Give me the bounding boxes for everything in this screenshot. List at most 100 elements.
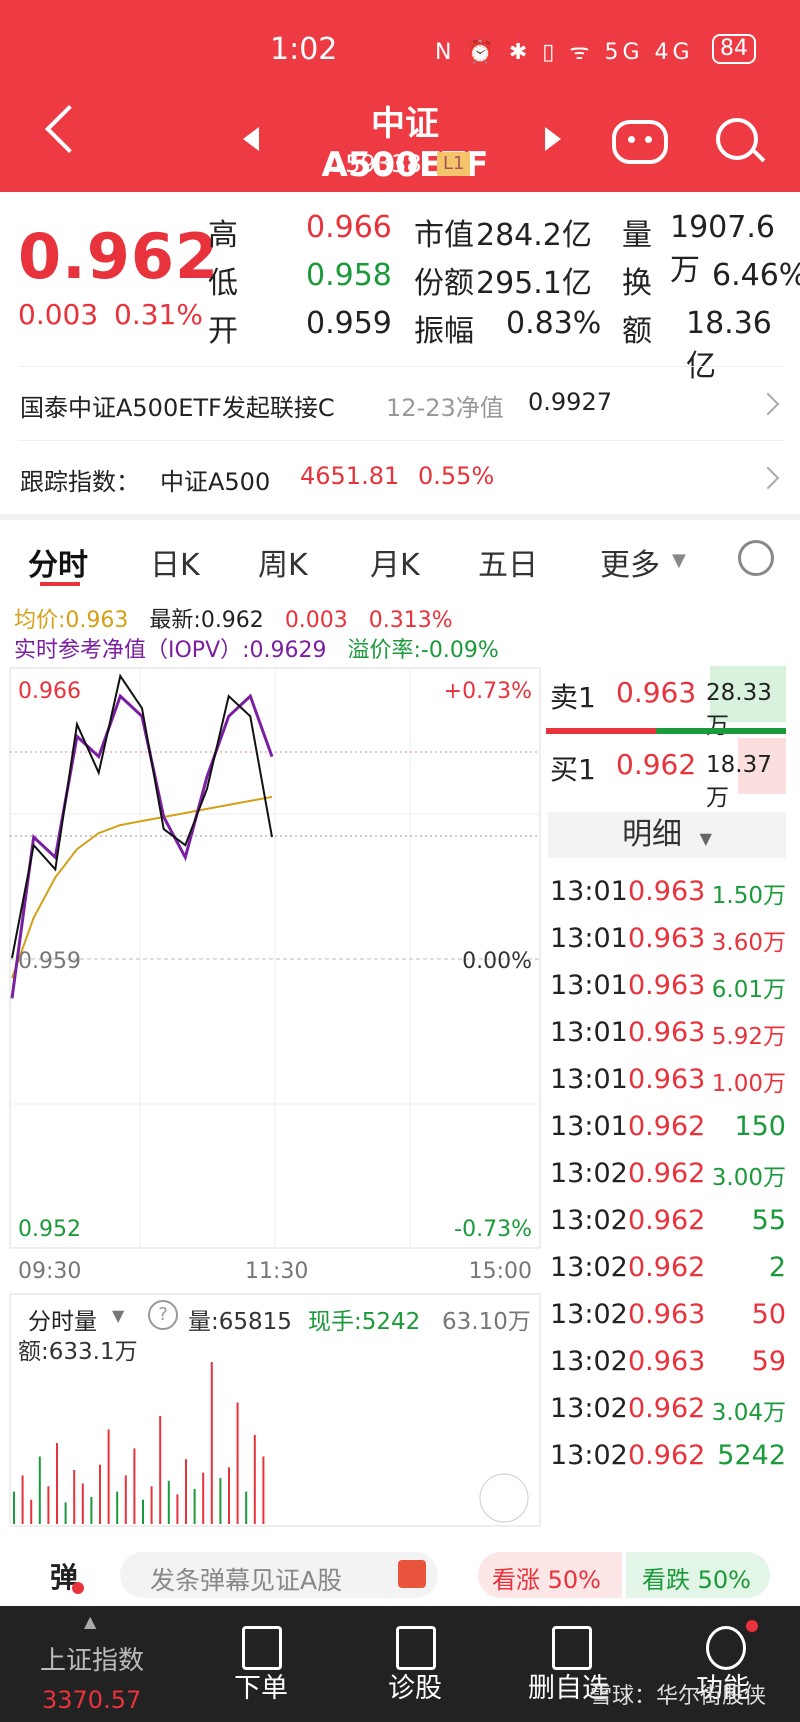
pct-mid-label: 0.00% bbox=[462, 949, 532, 974]
search-icon[interactable] bbox=[716, 118, 758, 160]
tick-time: 13:02 bbox=[550, 1299, 628, 1330]
tick-time: 13:02 bbox=[550, 1205, 628, 1236]
tick-volume: 50 bbox=[751, 1299, 786, 1330]
notification-dot bbox=[746, 1620, 758, 1632]
quote-panel: 0.962 0.003 0.31% 高 0.966 低 0.958 开 0.95… bbox=[0, 192, 800, 514]
bearish-label: 看跌 50% bbox=[642, 1566, 751, 1594]
battery-icon: 84 bbox=[712, 34, 756, 64]
amt-label: 额 bbox=[622, 314, 652, 349]
next-stock-icon[interactable] bbox=[545, 127, 561, 151]
barrage-input[interactable]: 发条弹幕见证A股 bbox=[120, 1552, 438, 1598]
bid-volume: 18.37万 bbox=[706, 752, 772, 811]
tick-time: 13:01 bbox=[550, 970, 628, 1001]
tick-time: 13:01 bbox=[550, 876, 628, 907]
bid-share bbox=[546, 728, 656, 734]
current-hand: 现手:5242 bbox=[308, 1309, 421, 1335]
caret-up-icon: ▲ bbox=[84, 1612, 97, 1631]
amount-value: 额:633.1万 bbox=[18, 1339, 138, 1365]
tick-volume: 2 bbox=[768, 1252, 786, 1283]
ask-label: 卖1 bbox=[550, 681, 596, 714]
last-price: 0.962 bbox=[18, 220, 220, 293]
bullish-button[interactable]: 看涨 50% bbox=[478, 1552, 622, 1598]
tick-time: 13:01 bbox=[550, 1017, 628, 1048]
feeder-date: 12-23净值 bbox=[386, 394, 504, 422]
tick-price: 0.963 bbox=[628, 1017, 706, 1048]
tick-time: 13:01 bbox=[550, 1064, 628, 1095]
open-value: 0.959 bbox=[306, 306, 392, 341]
bid-row[interactable]: 买1 0.962 18.37万 bbox=[546, 738, 786, 811]
tick-volume: 3.60万 bbox=[711, 930, 786, 956]
volume-layer bbox=[13, 1362, 265, 1524]
price-change: 0.003 bbox=[18, 298, 99, 331]
feeder-name: 国泰中证A500ETF发起联接C bbox=[20, 394, 335, 422]
order-icon bbox=[242, 1626, 282, 1670]
tab-weekly[interactable]: 周K bbox=[258, 540, 308, 584]
tab-five-day[interactable]: 五日 bbox=[478, 540, 538, 584]
tick-time: 13:02 bbox=[550, 1346, 628, 1377]
tab-more[interactable]: 更多 bbox=[600, 540, 660, 584]
tab-monthly[interactable]: 月K bbox=[370, 540, 420, 584]
barrage-placeholder: 发条弹幕见证A股 bbox=[150, 1566, 343, 1595]
help-icon[interactable]: ? bbox=[148, 1300, 178, 1330]
back-arrow-icon[interactable] bbox=[44, 104, 94, 154]
divider bbox=[18, 440, 784, 441]
chevron-right-icon bbox=[756, 466, 780, 490]
tick-volume: 1.50万 bbox=[711, 883, 786, 909]
bid-label: 买1 bbox=[550, 753, 596, 786]
barrage-status-icon bbox=[72, 1582, 84, 1594]
shares-label: 份额 bbox=[414, 266, 474, 301]
menu-icon bbox=[706, 1626, 746, 1670]
volume-selector[interactable]: 分时量 bbox=[28, 1302, 97, 1336]
prev-stock-icon[interactable] bbox=[243, 127, 259, 151]
bid-price: 0.962 bbox=[616, 748, 697, 781]
robot-icon[interactable] bbox=[612, 120, 668, 164]
tick-price: 0.962 bbox=[628, 1158, 706, 1189]
shares-value: 295.1亿 bbox=[476, 266, 592, 301]
tick-time: 13:02 bbox=[550, 1158, 628, 1189]
pct-top-label: +0.73% bbox=[444, 679, 532, 704]
turn-value: 6.46% bbox=[712, 258, 800, 293]
tick-price: 0.963 bbox=[628, 1346, 706, 1377]
tick-price: 0.962 bbox=[628, 1440, 706, 1471]
expand-button[interactable] bbox=[479, 1473, 529, 1523]
tick-time: 13:01 bbox=[550, 923, 628, 954]
tick-volume: 55 bbox=[751, 1205, 786, 1236]
tick-time: 13:02 bbox=[550, 1393, 628, 1424]
tab-intraday[interactable]: 分时 bbox=[28, 540, 88, 584]
feeder-nav: 0.9927 bbox=[528, 388, 612, 416]
tick-price: 0.962 bbox=[628, 1111, 706, 1142]
caret-down-icon: ▼ bbox=[112, 1306, 125, 1325]
tick-price: 0.963 bbox=[628, 970, 706, 1001]
tick-price: 0.962 bbox=[628, 1393, 706, 1424]
gift-icon bbox=[398, 1560, 426, 1588]
tick-price: 0.963 bbox=[628, 876, 706, 907]
tick-time: 13:02 bbox=[550, 1252, 628, 1283]
tick-volume: 59 bbox=[751, 1346, 786, 1377]
status-bar: 1:02 N ⏰ ✱ ▯ ᯤ 5G 4G 84 bbox=[0, 28, 800, 68]
y-mid-label: 0.959 bbox=[18, 949, 81, 974]
ask-row[interactable]: 卖1 0.963 28.33万 bbox=[546, 666, 786, 739]
pct-bottom-label: -0.73% bbox=[454, 1217, 532, 1242]
remove-watchlist-icon bbox=[552, 1626, 592, 1670]
chevron-right-icon bbox=[756, 392, 780, 416]
tick-volume: 5.92万 bbox=[711, 1024, 786, 1050]
nav-order[interactable]: 下单 bbox=[234, 1666, 288, 1705]
caret-down-icon: ▼ bbox=[699, 829, 712, 848]
tick-price: 0.962 bbox=[628, 1252, 706, 1283]
y-top-label: 0.966 bbox=[18, 679, 81, 704]
high-value: 0.966 bbox=[306, 210, 392, 245]
diagnose-icon bbox=[396, 1626, 436, 1670]
divider bbox=[18, 366, 784, 367]
mcap-label: 市值 bbox=[414, 218, 474, 253]
nav-diagnose[interactable]: 诊股 bbox=[388, 1666, 442, 1705]
tab-indicator bbox=[40, 582, 80, 586]
header-bar: 1:02 N ⏰ ✱ ▯ ᯤ 5G 4G 84 中证A500ETF 159338… bbox=[0, 0, 800, 192]
tab-daily[interactable]: 日K bbox=[150, 540, 200, 584]
amp-value: 0.83% bbox=[506, 306, 602, 341]
gear-icon[interactable] bbox=[738, 540, 774, 576]
mcap-value: 284.2亿 bbox=[476, 218, 592, 253]
volume-value: 量:65815 bbox=[188, 1309, 292, 1335]
detail-selector[interactable]: 明细 ▼ bbox=[548, 812, 786, 858]
bearish-button[interactable]: 看跌 50% bbox=[626, 1552, 770, 1598]
price-change-pct: 0.31% bbox=[114, 298, 203, 331]
